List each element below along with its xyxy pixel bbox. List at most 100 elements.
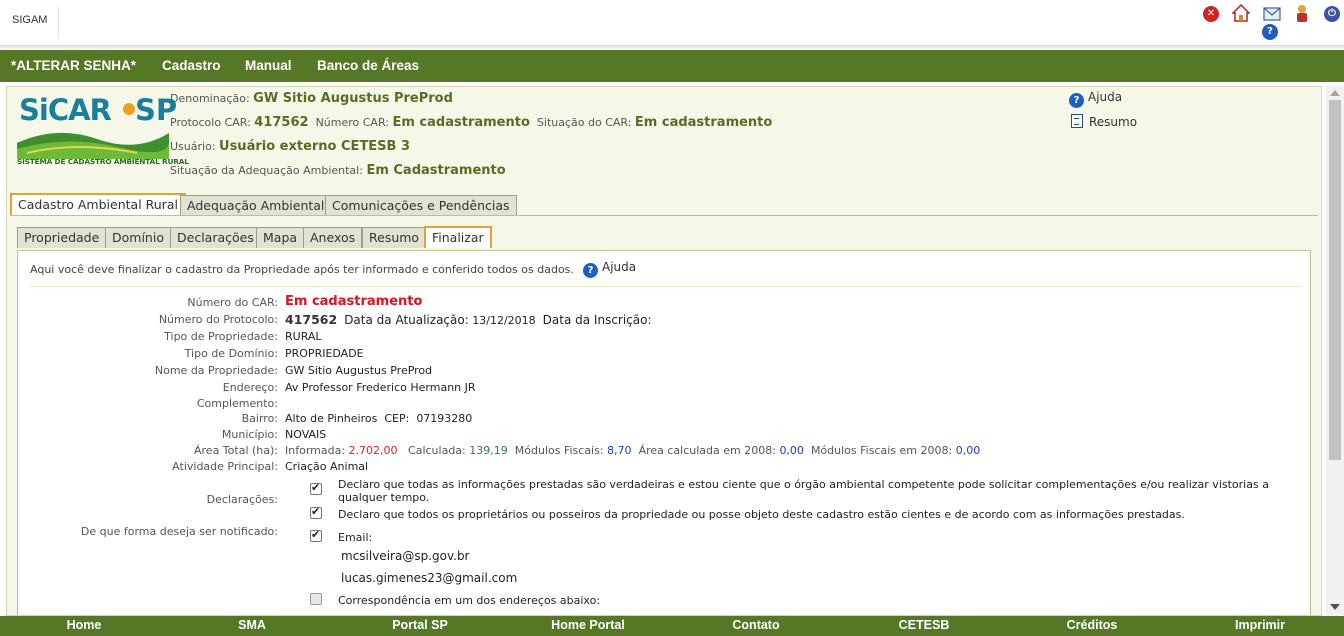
email-checkbox[interactable] <box>310 528 322 542</box>
home-icon[interactable] <box>1231 3 1251 22</box>
tab-comunicacoes-pendencias[interactable]: Comunicações e Pendências <box>325 195 517 216</box>
header-help-label: Ajuda <box>1088 90 1123 104</box>
municipio-label: Município: <box>221 428 278 441</box>
situacao-car-value: Em cadastramento <box>634 115 773 130</box>
numero-car-value: Em cadastramento <box>392 115 530 130</box>
area-total-label: Área Total (ha): <box>194 444 278 457</box>
endereco-value: Av Professor Frederico Hermann JR <box>285 381 476 394</box>
header-resumo-label: Resumo <box>1089 115 1138 129</box>
denominacao-row: Denominação: GW Sitio Augustus PreProd <box>170 91 453 106</box>
usuario-label: Usuário: <box>170 140 216 153</box>
top-bar: SIGAM ✕ ⏻ ? <box>0 0 1344 46</box>
footer-contato[interactable]: Contato <box>672 618 840 632</box>
scroll-thumb[interactable] <box>1329 100 1341 460</box>
subtab-resumo[interactable]: Resumo <box>362 227 427 248</box>
mail-icon[interactable] <box>1263 7 1281 21</box>
nome-propriedade-label: Nome da Propriedade: <box>154 364 278 377</box>
subtab-propriedade[interactable]: Propriedade <box>17 227 107 248</box>
tipo-propriedade-label: Tipo de Propriedade: <box>164 330 278 343</box>
footer-nav: Home SMA Portal SP Home Portal Contato C… <box>0 616 1344 636</box>
help-icon: ? <box>1069 93 1084 108</box>
data-atualizacao-value: 13/12/2018 <box>472 314 536 327</box>
footer-cetesb[interactable]: CETESB <box>840 618 1008 632</box>
nav-cadastro[interactable]: Cadastro <box>162 58 221 73</box>
area-2008-label: Área calculada em 2008: <box>638 444 776 457</box>
tipo-dominio-label: Tipo de Domínio: <box>184 347 278 360</box>
nav-alterar-senha[interactable]: *ALTERAR SENHA* <box>11 58 136 73</box>
subtab-dominio[interactable]: Domínio <box>105 227 171 248</box>
scroll-up-arrow-icon[interactable] <box>1330 90 1340 96</box>
numero-car-label: Número CAR: <box>315 116 389 129</box>
modulos-fiscais-label: Módulos Fiscais: <box>514 444 604 457</box>
logo-caption: SISTEMA DE CADASTRO AMBIENTAL RURAL <box>17 157 189 166</box>
logo-text: SiCAR <box>19 93 112 127</box>
area-total-row: Informada: 2.702,00 Calculada: 139,19 Mó… <box>285 444 980 457</box>
nav-banco-areas[interactable]: Banco de Áreas <box>317 58 419 73</box>
bairro-value: Alto de Pinheiros <box>285 412 378 425</box>
correspondencia-checkbox[interactable] <box>310 593 322 605</box>
numero-protocolo-label: Número do Protocolo: <box>158 313 278 326</box>
numero-protocolo-row: 417562 Data da Atualização: 13/12/2018 D… <box>285 312 652 327</box>
correspondencia-label: Correspondência em um dos endereços abai… <box>338 594 601 607</box>
data-atualizacao-label: Data da Atualização: <box>344 313 469 327</box>
close-icon[interactable]: ✕ <box>1203 6 1219 22</box>
subtab-mapa[interactable]: Mapa <box>256 227 305 248</box>
scroll-down-arrow-icon[interactable] <box>1330 604 1340 610</box>
endereco-label: Endereço: <box>222 381 278 394</box>
complemento-label: Complemento: <box>196 397 278 410</box>
situacao-car-label: Situação do CAR: <box>536 116 632 129</box>
cep-value: 07193280 <box>416 412 473 425</box>
notificacao-label: De que forma deseja ser notificado: <box>80 525 278 538</box>
declaracao-2-text: Declaro que todos os proprietários ou po… <box>338 508 1185 521</box>
tab-divider <box>10 215 1318 216</box>
header-resumo-link[interactable]: Resumo <box>1071 114 1137 129</box>
situacao-adequacao-label: Situação da Adequação Ambiental: <box>170 164 363 177</box>
tipo-dominio-value: PROPRIEDADE <box>285 347 364 360</box>
intro-text: Aqui você deve finalizar o cadastro da P… <box>30 263 574 276</box>
tab-cadastro-ambiental-rural[interactable]: Cadastro Ambiental Rural <box>10 193 186 215</box>
modulos-2008-value: 0,00 <box>955 444 981 457</box>
nav-manual[interactable]: Manual <box>245 58 292 73</box>
footer-portal-sp[interactable]: Portal SP <box>336 618 504 632</box>
tipo-propriedade-value: RURAL <box>285 330 322 343</box>
subtab-anexos[interactable]: Anexos <box>303 227 363 248</box>
nome-propriedade-value: GW Sitio Augustus PreProd <box>285 364 433 377</box>
numero-protocolo-value: 417562 <box>285 312 338 327</box>
modulos-2008-label: Módulos Fiscais em 2008: <box>810 444 953 457</box>
area-2008-value: 0,00 <box>779 444 804 457</box>
protocolo-label: Protocolo CAR: <box>170 116 251 129</box>
vertical-scrollbar[interactable] <box>1326 86 1344 616</box>
numero-car-label: Número do CAR: <box>187 296 278 309</box>
email-item: lucas.gimenes23@gmail.com <box>341 571 518 585</box>
main-panel: SiCAR SP SISTEMA DE CADASTRO AMBIENTAL R… <box>6 86 1322 616</box>
user-icon[interactable] <box>1294 4 1310 23</box>
declaracao-2-checkbox[interactable] <box>310 505 322 519</box>
footer-home[interactable]: Home <box>0 618 168 632</box>
declaracoes-label: Declarações: <box>206 493 278 506</box>
data-inscricao-label: Data da Inscrição: <box>542 313 652 327</box>
help-icon[interactable]: ? <box>1262 24 1278 40</box>
header-help-link[interactable]: ? Ajuda <box>1069 90 1122 108</box>
document-icon <box>1071 114 1083 128</box>
bairro-row: Alto de Pinheiros CEP: 07193280 <box>285 412 472 425</box>
modulos-fiscais-value: 8,70 <box>607 444 632 457</box>
calculada-label: Calculada: <box>408 444 466 457</box>
footer-sma[interactable]: SMA <box>168 618 336 632</box>
declaracao-1-checkbox[interactable] <box>310 481 322 495</box>
email-label: Email: <box>338 531 373 544</box>
footer-creditos[interactable]: Créditos <box>1008 618 1176 632</box>
tab-adequacao-ambiental[interactable]: Adequação Ambiental <box>180 195 332 216</box>
subtab-declaracoes[interactable]: Declarações <box>170 227 261 248</box>
numero-car-value: Em cadastramento <box>285 294 423 309</box>
subtab-finalizar[interactable]: Finalizar <box>424 226 492 248</box>
atividade-label: Atividade Principal: <box>172 460 278 473</box>
footer-imprimir[interactable]: Imprimir <box>1176 618 1344 632</box>
bairro-label: Bairro: <box>241 412 278 425</box>
cep-label: CEP: <box>384 412 410 425</box>
footer-home-portal[interactable]: Home Portal <box>504 618 672 632</box>
logout-icon[interactable]: ⏻ <box>1324 6 1340 22</box>
finalizar-content: Aqui você deve finalizar o cadastro da P… <box>17 250 1311 615</box>
denominacao-value: GW Sitio Augustus PreProd <box>253 91 453 106</box>
content-help-link[interactable]: ? Ajuda <box>583 260 636 278</box>
declaracao-1-text: Declaro que todas as informações prestad… <box>338 478 1269 504</box>
